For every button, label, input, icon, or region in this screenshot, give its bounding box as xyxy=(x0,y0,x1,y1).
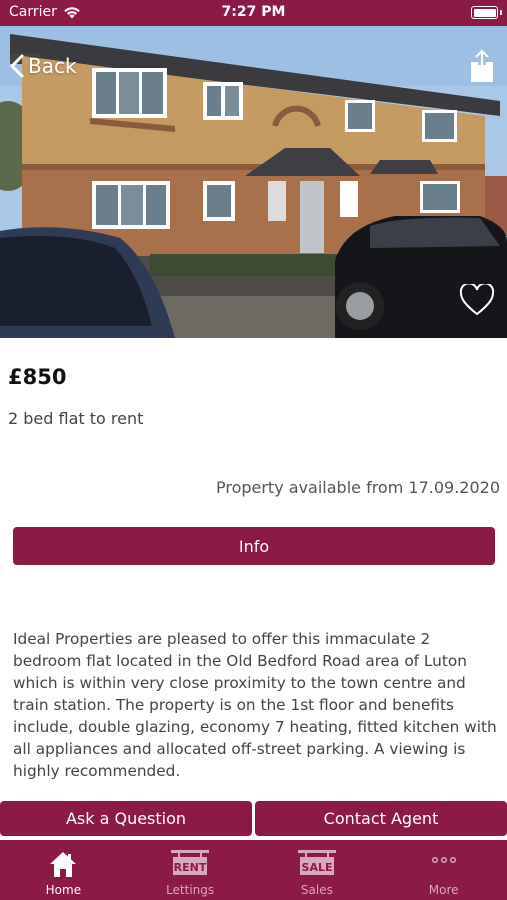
tab-more[interactable]: More xyxy=(380,840,507,900)
battery-icon xyxy=(471,6,498,19)
svg-text:SALE: SALE xyxy=(301,861,332,874)
tab-label: Lettings xyxy=(166,883,215,897)
favorite-heart-icon[interactable] xyxy=(459,284,495,316)
status-bar: Carrier 7:27 PM xyxy=(0,0,507,26)
share-icon[interactable] xyxy=(469,50,495,84)
tab-home[interactable]: Home xyxy=(0,840,127,900)
more-icon xyxy=(431,856,456,864)
action-bar: Ask a Question Contact Agent xyxy=(0,801,507,836)
price: £850 xyxy=(8,365,67,389)
tab-sales[interactable]: SALE Sales xyxy=(254,840,381,900)
svg-text:RENT: RENT xyxy=(174,861,207,874)
home-icon xyxy=(50,852,77,877)
tab-lettings[interactable]: RENT Lettings xyxy=(127,840,254,900)
back-label: Back xyxy=(28,54,77,78)
status-time: 7:27 PM xyxy=(221,4,286,20)
ask-question-button[interactable]: Ask a Question xyxy=(0,801,252,836)
chevron-left-icon xyxy=(10,54,24,78)
tab-bar: Home RENT Lettings SALE Sales More xyxy=(0,840,507,900)
info-button[interactable]: Info xyxy=(13,527,495,565)
property-description: Ideal Properties are pleased to offer th… xyxy=(13,630,497,780)
tab-label: More xyxy=(428,883,459,897)
property-summary: 2 bed flat to rent xyxy=(8,409,144,428)
contact-agent-button[interactable]: Contact Agent xyxy=(255,801,507,836)
rent-sign-icon: RENT xyxy=(170,848,210,880)
back-button[interactable]: Back xyxy=(10,54,77,78)
tab-label: Sales xyxy=(300,883,333,897)
availability-date: Property available from 17.09.2020 xyxy=(215,478,500,497)
tab-label: Home xyxy=(45,883,82,897)
sale-sign-icon: SALE xyxy=(297,848,337,880)
property-photo[interactable]: Back xyxy=(0,26,507,338)
